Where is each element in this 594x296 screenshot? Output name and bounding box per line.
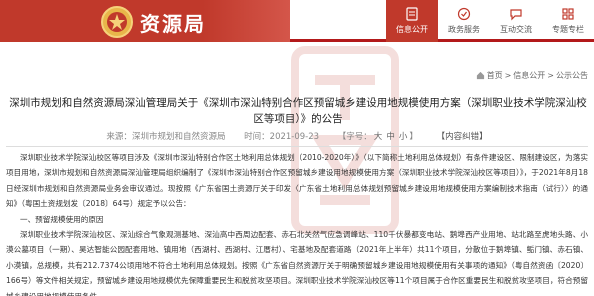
nav-label: 政务服务: [448, 25, 480, 34]
font-medium-button[interactable]: 中: [386, 132, 395, 142]
breadcrumb-home[interactable]: 首页: [487, 70, 503, 81]
emblem-icon: [101, 6, 133, 38]
font-large-button[interactable]: 大: [374, 132, 383, 142]
nav-item-gov-service[interactable]: 政务服务: [438, 0, 490, 42]
article-meta: 来源：深圳市规划和自然资源局 时间：2021-09-23 【字号：大中小】 【内…: [0, 130, 594, 142]
chat-icon: [508, 7, 524, 21]
brand-banner[interactable]: 资源局: [0, 0, 290, 42]
article-paragraph: 深圳职业技术学院深汕校区等项目涉及《深圳市深汕特别合作区土地利用总体规划（201…: [6, 153, 588, 209]
breadcrumb-info[interactable]: 信息公开: [513, 70, 545, 81]
section-heading: 一、预留规模使用的原因: [20, 214, 104, 224]
site-name: 资源局: [140, 12, 206, 36]
nav-label: 互动交流: [500, 25, 532, 34]
time-value: 2021-09-23: [269, 132, 320, 142]
font-size-close: 】: [409, 132, 418, 142]
font-small-button[interactable]: 小: [399, 132, 408, 142]
breadcrumb: 首页 > 信息公开 > 公示公告: [476, 70, 588, 81]
page-title: 深圳市规划和自然资源局深汕管理局关于《深圳市深汕特别合作区预留城乡建设用地规模使…: [9, 97, 587, 125]
divider: [6, 146, 588, 147]
breadcrumb-sep: >: [547, 71, 554, 80]
nav-item-interaction[interactable]: 互动交流: [490, 0, 542, 42]
source-label: 来源：: [106, 132, 132, 142]
nav-item-topics[interactable]: 专题专栏: [542, 0, 594, 42]
home-icon: [476, 71, 484, 80]
topic-icon: [560, 7, 576, 21]
main-nav: 信息公开 政务服务 互动交流 专题专栏: [386, 0, 594, 42]
source-value: 深圳市规划和自然资源局: [131, 132, 226, 142]
time-label: 时间：: [244, 132, 270, 142]
nav-label: 信息公开: [396, 25, 428, 34]
breadcrumb-sep: >: [504, 71, 512, 80]
article-paragraph: 深圳职业技术学院深汕校区、深汕综合气象观测基地、深汕高中西周边配套、赤石北关然气…: [6, 230, 588, 296]
article-body: 深圳职业技术学院深汕校区等项目涉及《深圳市深汕特别合作区土地利用总体规划（201…: [6, 150, 588, 296]
service-icon: [456, 7, 472, 21]
site-header: 资源局 信息公开 政务服务 互动交流 专题专栏: [0, 0, 594, 42]
document-icon: [404, 7, 420, 21]
nav-item-info-disclosure[interactable]: 信息公开: [386, 0, 438, 42]
font-size-label: 【字号：: [337, 132, 372, 142]
error-report-link[interactable]: 【内容纠错】: [437, 132, 488, 142]
breadcrumb-notice[interactable]: 公示公告: [556, 70, 588, 81]
nav-label: 专题专栏: [552, 25, 584, 34]
